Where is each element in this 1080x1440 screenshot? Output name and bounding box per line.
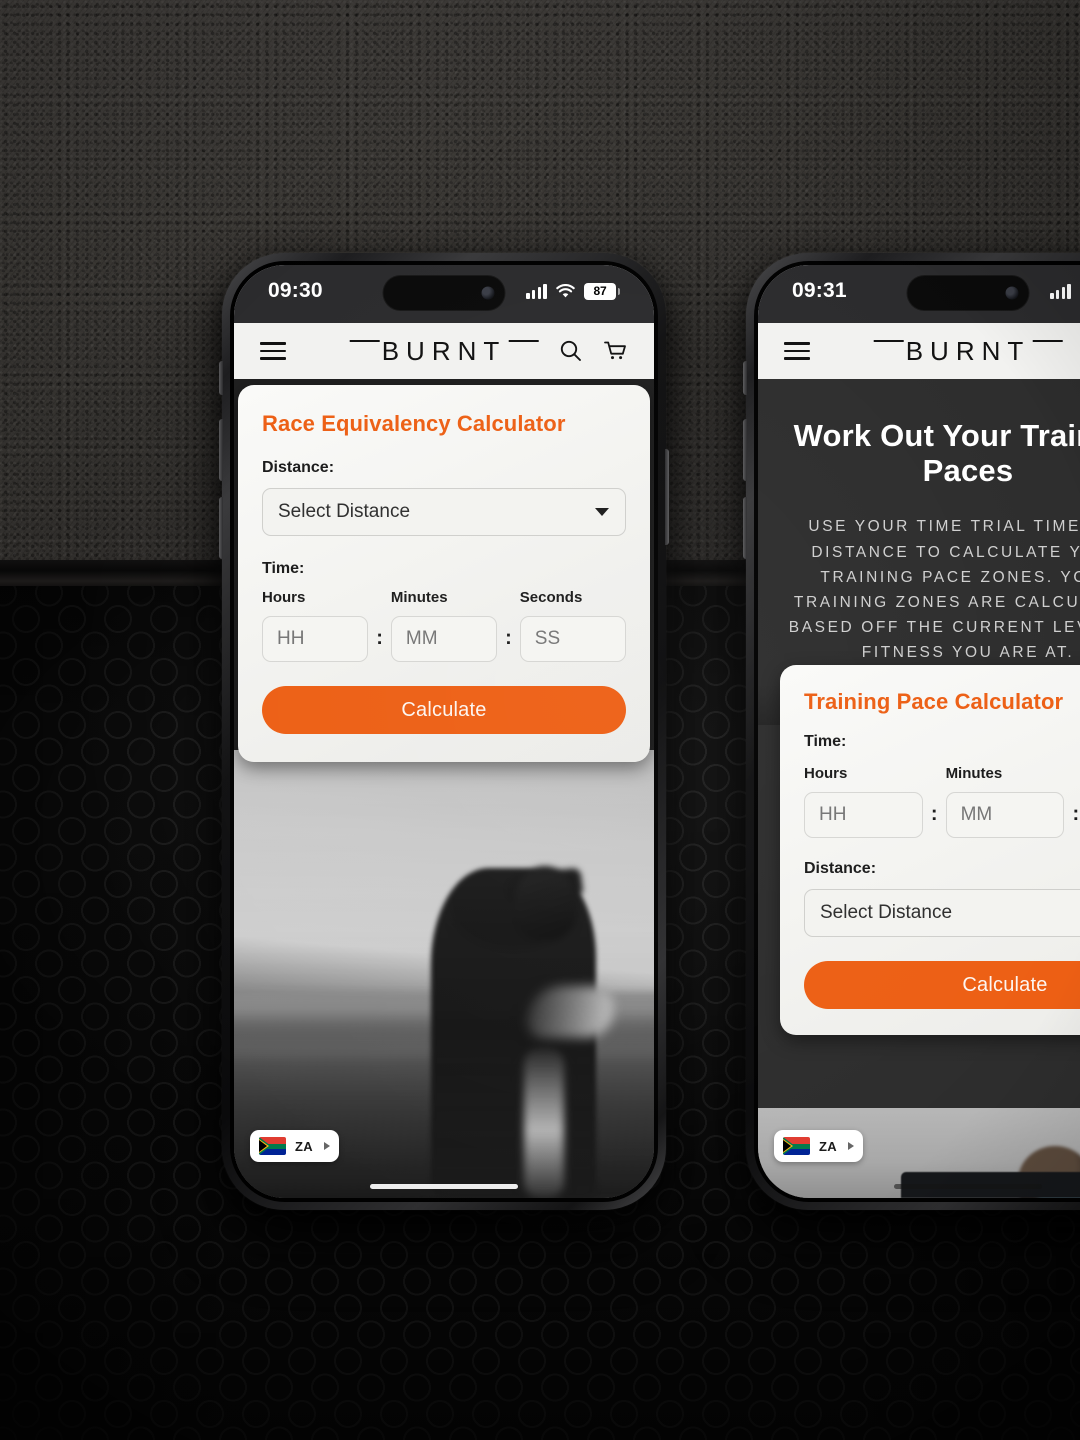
phone-bezel-right: 09:31 BURNT Work Out Your Trai Paces USE… [754,261,1080,1202]
volume-down-button[interactable] [219,497,223,559]
status-time: 09:30 [268,279,323,302]
locale-badge[interactable]: ZA [250,1130,339,1162]
locale-label: ZA [819,1138,837,1154]
status-time: 09:31 [792,279,847,302]
time-separator: : [930,803,938,825]
status-bar-right: 09:31 [758,265,1080,323]
time-label: Time: [262,560,305,577]
phone-screen-right: 09:31 BURNT Work Out Your Trai Paces USE… [758,265,1080,1198]
hero-description: Use your time trial time and distance to… [788,518,1080,661]
hours-group: Hours [262,589,369,662]
south-africa-flag-icon [783,1137,810,1155]
header-actions [558,338,628,364]
minutes-group: Minutes [390,589,498,662]
battery-icon: 87 [584,282,620,300]
status-bar-left: 09:30 87 [234,265,654,323]
time-input-row: Hours : Minutes : Seconds [804,765,1080,838]
minutes-label: Minutes [390,589,448,606]
time-separator: : [505,627,512,649]
distance-select-value: Select Distance [820,902,953,923]
volume-down-button[interactable] [743,497,747,559]
cellular-signal-icon [526,283,547,299]
south-africa-flag-icon [259,1137,286,1155]
distance-select[interactable]: Select Distance [262,488,626,536]
distance-label: Distance: [262,459,335,476]
phone-bezel-left: 09:30 87 BURNT Race Equivalency Calculat… [230,261,658,1202]
locale-badge[interactable]: ZA [774,1130,863,1162]
distance-select[interactable]: Select Distance [804,889,1080,937]
brand-name: BURNT [381,335,507,366]
chevron-right-icon [323,1142,330,1150]
logo-rule-left [349,340,380,342]
page-content-right: Work Out Your Training Paces Use your ti… [758,379,1080,1198]
home-indicator[interactable] [370,1184,518,1189]
dynamic-island [382,275,506,311]
hours-input[interactable] [262,616,369,662]
time-label: Time: [804,733,847,750]
volume-up-button[interactable] [219,419,223,481]
distance-select-value: Select Distance [278,501,411,522]
time-separator: : [1072,803,1080,825]
race-equivalency-calculator-card: Race Equivalency Calculator Distance: Se… [238,385,650,762]
logo-rule-left [873,340,904,342]
hamburger-menu-icon[interactable] [260,342,286,360]
volume-up-button[interactable] [743,419,747,481]
minutes-group: Minutes [945,765,1065,838]
silent-switch-button[interactable] [219,361,223,395]
hero-title: Work Out Your Training Paces [793,418,1080,488]
site-header-right: BURNT [758,323,1080,379]
seconds-group: Seconds [519,589,626,662]
phone-screen-left: 09:30 87 BURNT Race Equivalency Calculat… [234,265,654,1198]
power-button[interactable] [665,449,669,545]
wifi-icon [556,283,575,299]
phone-device-left: 09:30 87 BURNT Race Equivalency Calculat… [219,253,669,1210]
page-content-left: Race Equivalency Calculator Distance: Se… [234,379,654,1198]
status-indicators: 87 [526,282,620,300]
hours-input[interactable] [804,792,923,838]
seconds-label: Seconds [519,589,583,606]
brand-name: BURNT [905,335,1031,366]
time-input-row: Hours : Minutes : Seconds [262,589,626,662]
battery-cap [617,287,620,295]
minutes-input[interactable] [945,792,1065,838]
status-indicators: 87 [1050,283,1080,300]
hours-group: Hours [804,765,923,838]
minutes-input[interactable] [390,616,498,662]
training-pace-calculator-card: Training Pace Calculator Time: Hours : M… [780,665,1080,1035]
chevron-right-icon [847,1142,854,1150]
dynamic-island [906,275,1030,311]
battery-level: 87 [584,282,616,300]
hours-label: Hours [262,589,306,606]
silent-switch-button[interactable] [743,361,747,395]
hours-label: Hours [804,765,848,782]
locale-label: ZA [295,1138,313,1154]
cellular-signal-icon [1050,283,1071,299]
calculator-title: Training Pace Calculator [804,689,1064,714]
mockup-scene: 09:30 87 BURNT Race Equivalency Calculat… [0,0,1080,1440]
seconds-input[interactable] [519,616,626,662]
home-indicator[interactable] [894,1184,1042,1189]
calculate-button[interactable]: Calculate [262,686,626,734]
site-header-left: BURNT [234,323,654,379]
phone-device-right: 09:31 BURNT Work Out Your Trai Paces USE… [743,253,1080,1210]
brand-logo[interactable]: BURNT [349,335,539,367]
chevron-down-icon [595,508,609,516]
hamburger-menu-icon[interactable] [784,342,810,360]
shopping-cart-icon[interactable] [602,338,628,364]
time-separator: : [376,627,383,649]
minutes-label: Minutes [945,765,1003,782]
search-icon[interactable] [558,338,584,364]
front-camera-lens [481,286,495,300]
calculator-title: Race Equivalency Calculator [262,411,566,436]
logo-rule-right [508,340,539,342]
logo-rule-right [1032,340,1063,342]
calculate-button[interactable]: Calculate [804,961,1080,1009]
distance-label: Distance: [804,860,877,877]
front-camera-lens [1005,286,1019,300]
brand-logo[interactable]: BURNT [873,335,1063,367]
